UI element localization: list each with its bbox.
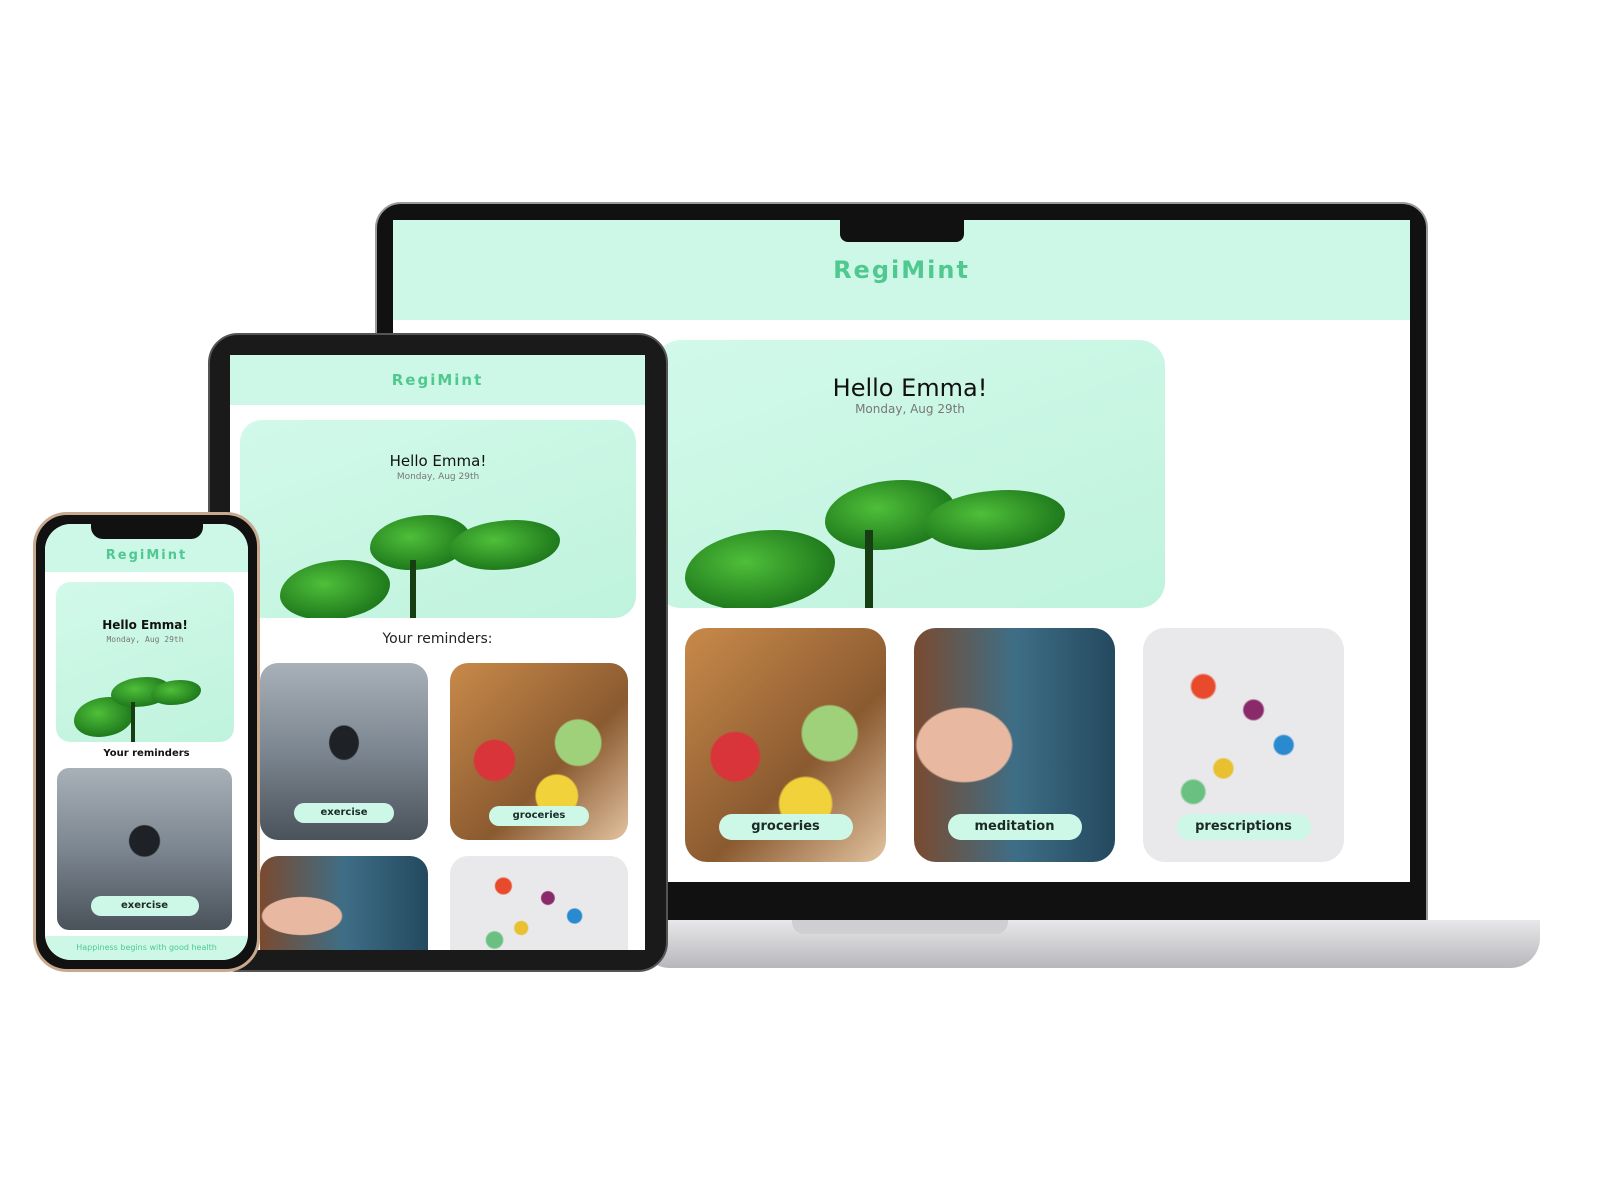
- reminder-label: groceries: [489, 806, 589, 826]
- tablet-screen: RegiMint Hello Emma! Monday, Aug 29th Yo…: [230, 355, 645, 950]
- greeting: Hello Emma!: [832, 374, 988, 402]
- phone-notch: [91, 521, 203, 539]
- reminders-heading: Your reminders: [103, 748, 190, 759]
- reminder-card-groceries[interactable]: groceries: [450, 663, 628, 840]
- date: Monday, Aug 29th: [106, 635, 184, 644]
- camera-notch: [840, 220, 964, 242]
- phone-device: RegiMint Hello Emma! Monday, Aug 29th Yo…: [33, 512, 260, 972]
- reminder-label: prescriptions: [1176, 814, 1311, 840]
- laptop-hinge-notch: [792, 920, 1008, 934]
- app-header: RegiMint: [230, 355, 645, 405]
- reminder-label: groceries: [718, 814, 853, 840]
- reminder-label: exercise: [294, 803, 394, 823]
- greeting-card: Hello Emma! Monday, Aug 29th: [655, 340, 1165, 608]
- laptop-base: [640, 920, 1540, 968]
- reminder-card-groceries[interactable]: groceries: [685, 628, 886, 862]
- reminder-card-prescriptions[interactable]: prescriptions: [1143, 628, 1344, 862]
- app-footer: Happiness begins with good health: [45, 936, 248, 960]
- greeting-card: Hello Emma! Monday, Aug 29th: [56, 582, 234, 742]
- reminders-heading: Your reminders:: [382, 631, 493, 647]
- reminder-card-prescriptions[interactable]: [450, 856, 628, 950]
- reminder-card-exercise[interactable]: exercise: [57, 768, 232, 930]
- reminder-card-exercise[interactable]: exercise: [260, 663, 428, 840]
- app-title: RegiMint: [391, 371, 484, 389]
- reminder-label: exercise: [90, 896, 199, 916]
- date: Monday, Aug 29th: [855, 402, 965, 416]
- reminder-card-meditation[interactable]: meditation: [914, 628, 1115, 862]
- tablet-device: RegiMint Hello Emma! Monday, Aug 29th Yo…: [208, 333, 668, 972]
- reminder-card-meditation[interactable]: [260, 856, 428, 950]
- footer-tagline: Happiness begins with good health: [76, 943, 217, 952]
- phone-screen: RegiMint Hello Emma! Monday, Aug 29th Yo…: [45, 524, 248, 960]
- greeting: Hello Emma!: [389, 452, 487, 470]
- greeting: Hello Emma!: [102, 618, 188, 632]
- reminder-label: meditation: [947, 814, 1082, 840]
- greeting-card: Hello Emma! Monday, Aug 29th: [240, 420, 636, 618]
- date: Monday, Aug 29th: [396, 472, 480, 482]
